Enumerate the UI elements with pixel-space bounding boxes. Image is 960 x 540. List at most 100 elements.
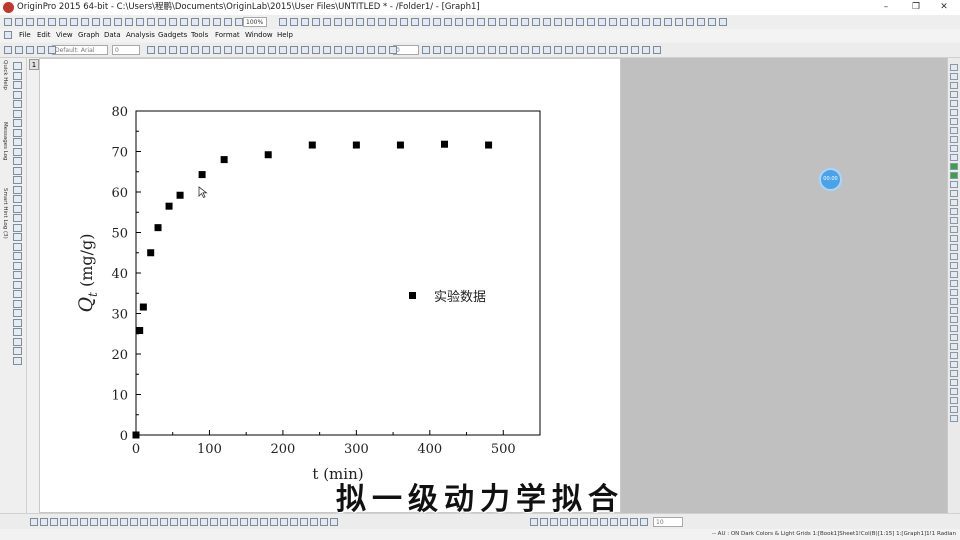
data-point[interactable] (176, 191, 184, 199)
close-button[interactable]: ✕ (930, 0, 958, 15)
standard-tool-icon[interactable] (719, 18, 727, 26)
format-tool-icon[interactable] (235, 46, 243, 54)
standard-tool-icon[interactable] (389, 18, 397, 26)
layer-tool-icon[interactable] (950, 307, 958, 314)
format-tool-icon[interactable] (367, 46, 375, 54)
format-tool-icon[interactable] (202, 46, 210, 54)
data-point[interactable] (136, 327, 144, 335)
layer-tool-icon[interactable] (950, 397, 958, 404)
bottom-style-tool-icon[interactable] (540, 518, 548, 526)
data-point[interactable] (308, 141, 316, 149)
layer-tool-icon[interactable] (950, 208, 958, 215)
standard-tool-icon[interactable] (180, 18, 188, 26)
format-tool-icon[interactable] (334, 46, 342, 54)
menu-file[interactable]: File (19, 29, 31, 42)
standard-tool-icon[interactable] (367, 18, 375, 26)
standard-tool-icon[interactable] (37, 18, 45, 26)
layer-tool-icon[interactable] (950, 289, 958, 296)
bottom-style-tool-icon[interactable] (560, 518, 568, 526)
bottom-tool-icon[interactable] (100, 518, 108, 526)
standard-tool-icon[interactable] (279, 18, 287, 26)
standard-tool-icon[interactable] (411, 18, 419, 26)
standard-tool-icon[interactable] (290, 18, 298, 26)
bottom-tool-icon[interactable] (170, 518, 178, 526)
standard-tool-icon[interactable] (158, 18, 166, 26)
bottom-style-tool-icon[interactable] (620, 518, 628, 526)
format-tool-icon[interactable] (356, 46, 364, 54)
font-size-combo[interactable]: 0 (112, 45, 140, 55)
format-tool-icon[interactable] (587, 46, 595, 54)
menu-gadgets[interactable]: Gadgets (158, 29, 187, 42)
standard-tool-icon[interactable] (235, 18, 243, 26)
format-tool-icon[interactable] (279, 46, 287, 54)
layer-tool-icon[interactable] (950, 271, 958, 278)
drawing-tool-icon[interactable] (13, 242, 22, 251)
standard-tool-icon[interactable] (598, 18, 606, 26)
standard-tool-icon[interactable] (125, 18, 133, 26)
bottom-tool-icon[interactable] (120, 518, 128, 526)
drawing-tool-icon[interactable] (13, 261, 22, 270)
format-tool-icon[interactable] (257, 46, 265, 54)
layer-tool-icon[interactable] (950, 388, 958, 395)
zoom-combo[interactable]: 100% (243, 17, 267, 27)
format-tool-icon[interactable] (268, 46, 276, 54)
drawing-tool-icon[interactable] (13, 138, 22, 146)
drawing-tool-icon[interactable] (13, 166, 22, 175)
layer-tool-icon[interactable] (950, 406, 958, 413)
bottom-tool-icon[interactable] (80, 518, 88, 526)
standard-tool-icon[interactable] (191, 18, 199, 26)
standard-tool-icon[interactable] (422, 18, 430, 26)
bottom-style-tool-icon[interactable] (530, 518, 538, 526)
drawing-tool-icon[interactable] (13, 347, 22, 355)
drawing-tool-icon[interactable] (13, 81, 22, 89)
drawing-tool-icon[interactable] (13, 71, 22, 80)
layer-tool-icon[interactable] (950, 370, 958, 377)
bottom-style-tool-icon[interactable] (580, 518, 588, 526)
format-tool-icon[interactable] (554, 46, 562, 54)
standard-tool-icon[interactable] (675, 18, 683, 26)
layer-tool-icon[interactable] (950, 199, 958, 206)
drawing-tool-icon[interactable] (13, 299, 22, 308)
bottom-tool-icon[interactable] (90, 518, 98, 526)
menu-tools[interactable]: Tools (191, 29, 208, 42)
data-point[interactable] (165, 202, 173, 210)
standard-tool-icon[interactable] (697, 18, 705, 26)
format-tool-icon[interactable] (565, 46, 573, 54)
standard-tool-icon[interactable] (433, 18, 441, 26)
standard-tool-icon[interactable] (400, 18, 408, 26)
drawing-tool-icon[interactable] (13, 356, 22, 365)
bottom-tool-icon[interactable] (190, 518, 198, 526)
format-tool-icon[interactable] (191, 46, 199, 54)
format-tool-icon[interactable] (532, 46, 540, 54)
format-tool-icon[interactable] (444, 46, 452, 54)
standard-tool-icon[interactable] (92, 18, 100, 26)
standard-tool-icon[interactable] (59, 18, 67, 26)
drawing-tool-icon[interactable] (13, 128, 22, 137)
format-tool-icon[interactable] (598, 46, 606, 54)
drawing-tool-icon[interactable] (13, 214, 22, 222)
layer-tool-icon[interactable] (950, 226, 958, 233)
format-tool-icon[interactable] (510, 46, 518, 54)
standard-tool-icon[interactable] (147, 18, 155, 26)
bottom-tool-icon[interactable] (250, 518, 258, 526)
standard-tool-icon[interactable] (543, 18, 551, 26)
format-tool-icon[interactable] (301, 46, 309, 54)
bottom-tool-icon[interactable] (60, 518, 68, 526)
bottom-tool-icon[interactable] (150, 518, 158, 526)
bottom-tool-icon[interactable] (200, 518, 208, 526)
format-tool-icon[interactable] (4, 46, 12, 54)
layer-tool-icon[interactable] (950, 316, 958, 323)
format-tool-icon[interactable] (323, 46, 331, 54)
format-tool-icon[interactable] (477, 46, 485, 54)
standard-tool-icon[interactable] (532, 18, 540, 26)
layer-tool-icon[interactable] (950, 235, 958, 242)
standard-tool-icon[interactable] (334, 18, 342, 26)
standard-tool-icon[interactable] (642, 18, 650, 26)
format-tool-icon[interactable] (169, 46, 177, 54)
bottom-tool-icon[interactable] (220, 518, 228, 526)
format-tool-icon[interactable] (642, 46, 650, 54)
drawing-tool-icon[interactable] (13, 280, 22, 289)
standard-tool-icon[interactable] (653, 18, 661, 26)
standard-tool-icon[interactable] (444, 18, 452, 26)
layer-tool-icon[interactable] (950, 415, 958, 422)
